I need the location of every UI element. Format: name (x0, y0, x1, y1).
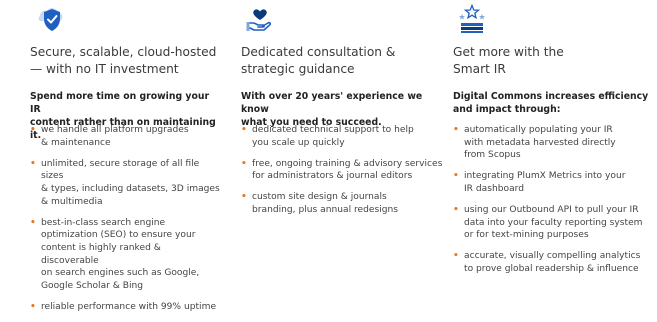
feature-list: • automatically populating your IR with m… (453, 124, 653, 284)
hand-holding-heart-icon (246, 9, 272, 31)
list-item: • we handle all platform upgrades & maint… (30, 125, 189, 148)
list-item: • dedicated technical support to help you… (241, 125, 414, 148)
column-title: Secure, scalable, cloud-hosted — with no… (30, 45, 217, 76)
bullet-icon: • (453, 125, 459, 135)
feature-column-secure: Secure, scalable, cloud-hosted — with no… (30, 0, 220, 312)
list-item: • unlimited, secure storage of all file … (30, 158, 220, 207)
feature-list: • we handle all platform upgrades & maint… (30, 124, 220, 322)
column-intro: Digital Commons increases efficiency and… (453, 91, 649, 115)
list-item: • accurate, visually compelling analytic… (453, 251, 641, 274)
bullet-icon: • (453, 251, 459, 262)
list-item: • best-in-class search engine optimizatio… (30, 217, 200, 292)
feature-column-consultation: Dedicated consultation & strategic guida… (241, 0, 451, 300)
list-item: • integrating PlumX Metrics into your IR … (453, 171, 626, 194)
list-item: • automatically populating your IR with m… (453, 125, 616, 161)
column-title: Get more with the Smart IR (453, 45, 564, 76)
star-chart-icon (459, 4, 485, 33)
bullet-icon: • (30, 302, 36, 312)
shield-cloud-checkmark-icon (38, 8, 63, 31)
bullet-icon: • (241, 125, 247, 135)
list-item: • free, ongoing training & advisory serv… (241, 158, 443, 182)
feature-list: • dedicated technical support to help you… (241, 124, 451, 225)
bullet-icon: • (453, 171, 459, 182)
list-item: • reliable performance with 99% uptime (30, 302, 217, 312)
bullet-icon: • (241, 192, 247, 203)
bullet-icon: • (453, 204, 459, 215)
list-item: • custom site design & journals branding,… (241, 192, 399, 215)
feature-column-smart-ir: Get more with the Smart IR Digital Commo… (453, 0, 653, 300)
bullet-icon: • (30, 125, 36, 135)
list-item: • using our Outbound API to pull your IR… (453, 204, 643, 241)
bullet-icon: • (30, 158, 36, 169)
column-title: Dedicated consultation & strategic guida… (241, 45, 396, 76)
bullet-icon: • (30, 217, 36, 228)
bullet-icon: • (241, 158, 247, 169)
